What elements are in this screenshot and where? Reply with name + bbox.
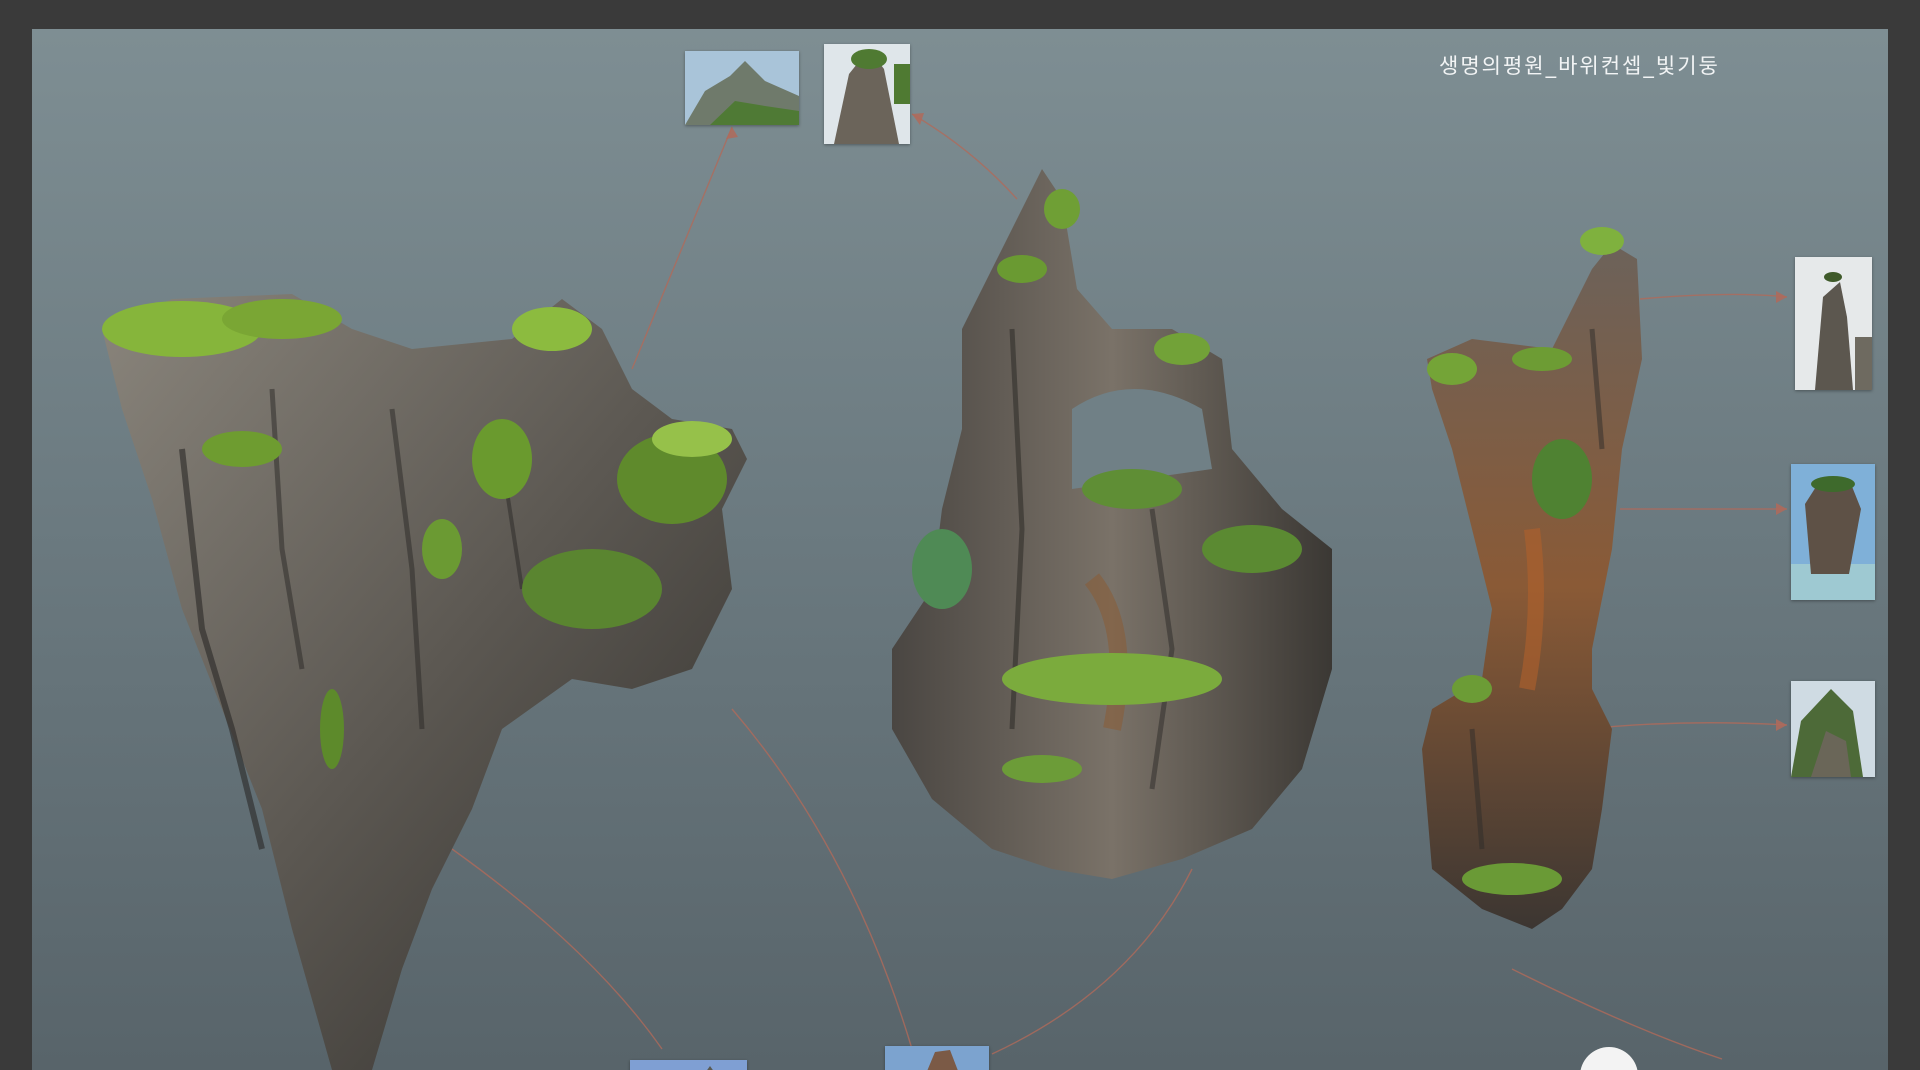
right-floating-rock: [1422, 227, 1642, 929]
mountain-ridge-photo: [685, 51, 799, 125]
pine-top-pillar-photo: [1795, 257, 1872, 390]
sea-stack-photo: [1791, 464, 1875, 600]
karst-peak-photo: [824, 44, 910, 144]
center-floating-rock: [892, 169, 1332, 879]
concept-board: 생명의평원_바위컨셉_빛기둥: [32, 29, 1888, 1070]
board-title: 생명의평원_바위컨셉_빛기둥: [1439, 54, 1720, 78]
bottom-center-photo: [885, 1046, 989, 1070]
bottom-left-photo: [630, 1060, 747, 1070]
floating-rocks-artwork: [102, 113, 1788, 1070]
left-floating-rock: [102, 294, 747, 1070]
green-peak-photo: [1791, 681, 1875, 777]
